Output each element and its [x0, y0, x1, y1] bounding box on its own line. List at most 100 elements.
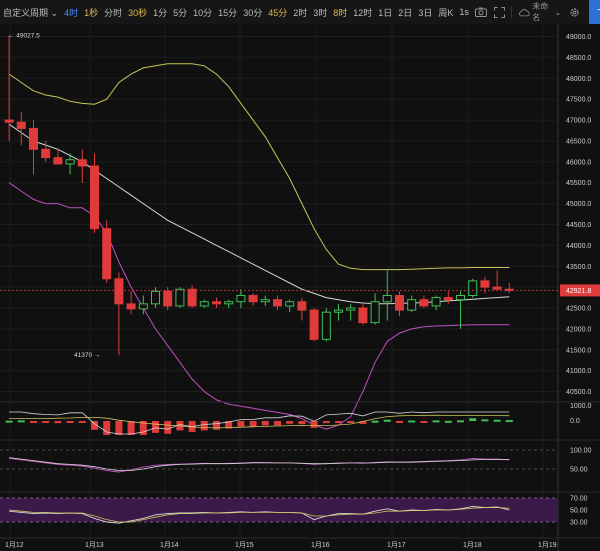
- interval-list: 4时 1秒 分时 30秒 1分 5分 10分 15分 30分 45分 2时 3时 8时 12时 1日 2日 3日…: [61, 6, 456, 19]
- candle-body: [297, 301, 307, 311]
- place-order-button[interactable]: 下单: [589, 0, 600, 24]
- histogram-bar: [505, 420, 513, 423]
- interval-11[interactable]: 3时: [310, 6, 330, 19]
- histogram-bar: [298, 421, 306, 425]
- candlestick-chart[interactable]: ← 49027.5 41370 → 49000.0 48500.0 48000.0 47…: [0, 24, 600, 551]
- price-tick-label: 40500.0: [566, 389, 591, 396]
- price-tick-label: 41500.0: [566, 347, 591, 354]
- time-tick-label: 1月16: [311, 541, 330, 549]
- interval-9[interactable]: 45分: [265, 6, 290, 19]
- histogram-bar: [200, 421, 208, 431]
- candle-body: [346, 307, 356, 311]
- candle-body: [285, 301, 295, 307]
- candle-body: [260, 299, 270, 303]
- histogram-bar: [444, 420, 452, 423]
- histogram-bar: [322, 421, 330, 424]
- interval-1[interactable]: 1秒: [81, 6, 101, 19]
- time-tick-label: 1月13: [85, 541, 104, 549]
- candle-body: [468, 280, 478, 296]
- histogram-bar: [66, 421, 74, 423]
- interval-10[interactable]: 2时: [290, 6, 310, 19]
- candle-body: [151, 290, 160, 305]
- time-tick-label: 1月19: [538, 541, 557, 549]
- price-tick-label: 45000.0: [566, 201, 591, 208]
- layout-cloud-dropdown[interactable]: 未命名 ⌄: [519, 1, 561, 23]
- oscillator-tick-label: 50.00: [570, 467, 588, 474]
- histogram-bar: [408, 420, 416, 423]
- layout-name: 未命名: [532, 2, 549, 22]
- histogram-bar: [17, 420, 25, 423]
- price-tick-label: 44000.0: [566, 243, 591, 250]
- camera-icon[interactable]: [475, 5, 487, 19]
- histogram-bar: [274, 421, 281, 426]
- interval-13[interactable]: 12时: [350, 6, 375, 19]
- candle-body: [212, 301, 221, 305]
- candle-body: [273, 299, 282, 307]
- histogram-bar: [5, 420, 13, 423]
- histogram-bar: [103, 421, 111, 435]
- interval-4[interactable]: 1分: [150, 6, 170, 19]
- price-tick-label: 42000.0: [566, 326, 591, 333]
- settings-icon[interactable]: [568, 5, 580, 19]
- chevron-down-icon: ⌄: [48, 7, 59, 18]
- histogram-bar: [249, 421, 257, 427]
- candle-body: [175, 288, 185, 307]
- price-tick-label: 46500.0: [566, 138, 591, 145]
- histogram-bar: [493, 419, 501, 422]
- interval-14[interactable]: 1日: [375, 6, 395, 19]
- low-price-label: 41370 →: [74, 352, 100, 359]
- price-tick-label: 49000.0: [566, 34, 591, 41]
- candle-body: [456, 294, 465, 301]
- histogram-bar: [42, 421, 50, 423]
- interval-2[interactable]: 分时: [101, 6, 125, 19]
- candle-body: [382, 294, 392, 303]
- candle-body: [309, 309, 319, 340]
- candle-body: [321, 311, 331, 340]
- interval-15[interactable]: 2日: [395, 6, 415, 19]
- chevron-down-icon: ⌄: [554, 7, 562, 17]
- histogram-bar: [213, 421, 220, 430]
- candle-body: [16, 121, 26, 129]
- price-tick-label: 48500.0: [566, 55, 591, 62]
- fullscreen-icon[interactable]: [493, 5, 505, 19]
- interval-17[interactable]: 周K: [435, 6, 456, 19]
- histogram-bar: [457, 420, 464, 423]
- rsi-tick-label: 50.00: [570, 508, 588, 515]
- rsi-tick-label: 70.00: [570, 496, 588, 503]
- custom-period-dropdown[interactable]: 自定义周期 ⌄: [0, 6, 61, 19]
- histogram-bar: [481, 419, 489, 422]
- price-tick-label: 47500.0: [566, 97, 591, 104]
- histogram-bar: [115, 421, 123, 435]
- interval-8[interactable]: 30分: [240, 6, 265, 19]
- price-tick-label: 42500.0: [566, 306, 591, 313]
- interval-6[interactable]: 10分: [190, 6, 215, 19]
- candle-body: [187, 288, 197, 307]
- candle-body: [29, 127, 38, 150]
- price-tick-label: 41000.0: [566, 368, 591, 375]
- histogram-bar: [78, 421, 86, 423]
- candle-body: [236, 294, 246, 303]
- time-tick-label: 1月14: [160, 541, 179, 549]
- histogram-bar: [383, 419, 391, 422]
- interval-16[interactable]: 3日: [415, 6, 435, 19]
- candle-body: [41, 148, 51, 159]
- histogram-bar: [347, 421, 355, 423]
- histogram-bar: [127, 421, 135, 435]
- candle-body: [65, 159, 75, 165]
- price-tick-label: 43500.0: [566, 264, 591, 271]
- time-tick-label: 1月18: [463, 541, 482, 549]
- interval-12[interactable]: 8时: [330, 6, 350, 19]
- interval-active[interactable]: 4时: [61, 6, 81, 19]
- price-tick-label: 45500.0: [566, 180, 591, 187]
- candle-body: [358, 307, 368, 324]
- candle-body: [90, 165, 99, 230]
- interval-5[interactable]: 5分: [170, 6, 190, 19]
- interval-7[interactable]: 15分: [215, 6, 240, 19]
- interval-3[interactable]: 30秒: [125, 6, 150, 19]
- cloud-icon: [519, 8, 530, 16]
- price-tick-label: 46000.0: [566, 159, 591, 166]
- histogram-bar: [335, 421, 342, 423]
- current-price-value: 42921.8: [566, 288, 591, 295]
- realtime-interval[interactable]: 1s: [456, 7, 472, 17]
- time-tick-label: 1月17: [387, 541, 406, 549]
